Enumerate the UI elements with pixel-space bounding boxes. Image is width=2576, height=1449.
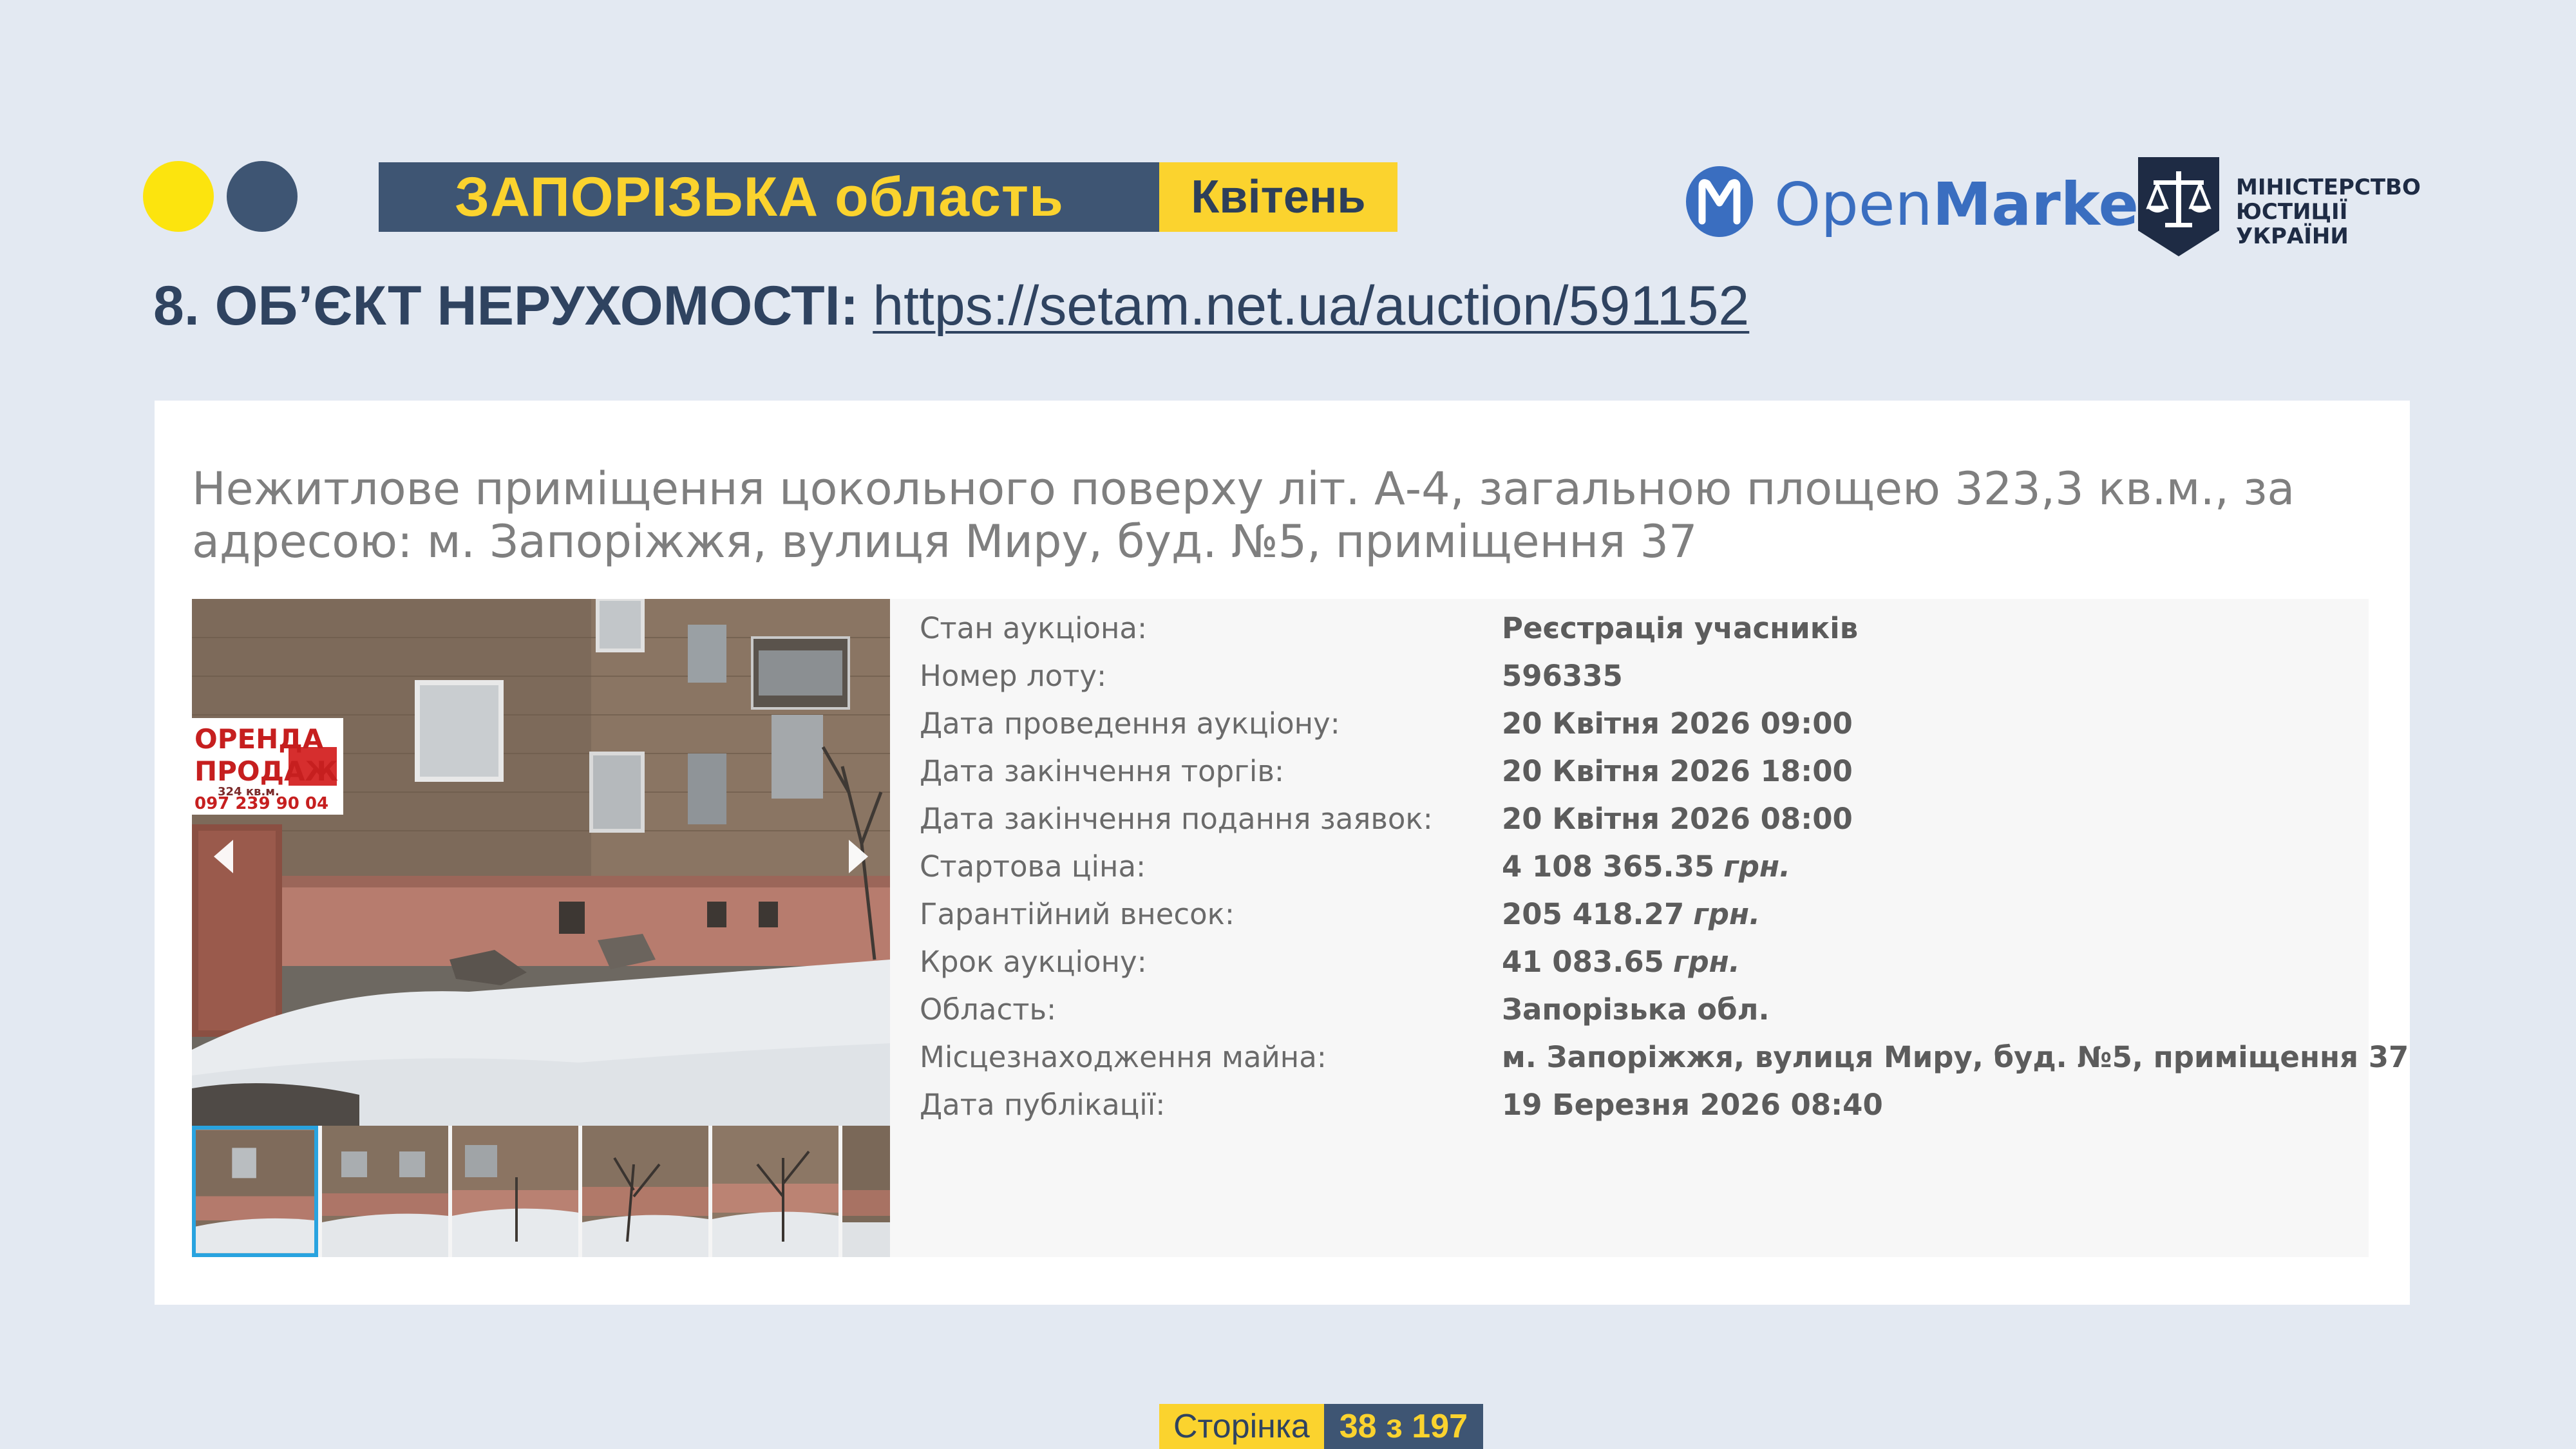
detail-value-text: 205 418.27 <box>1502 896 1685 931</box>
detail-row: Область: Запорізька обл. <box>890 985 2369 1033</box>
main-photo: ОРЕНДА ПРОДАЖ 324 кв.м. 097 239 90 04 <box>192 599 890 1126</box>
detail-row: Номер лоту: 596335 <box>890 652 2369 699</box>
detail-label: Місцезнаходження майна: <box>920 1039 1327 1074</box>
page-indicator-number: 38 з 197 <box>1323 1404 1484 1449</box>
detail-row: Дата закінчення подання заявок: 20 Квітня… <box>890 795 2369 842</box>
sign-line-2: ПРОДАЖ <box>194 755 338 787</box>
yellow-dot <box>143 161 214 232</box>
detail-row: Місцезнаходження майна: м. Запоріжжя, вул… <box>890 1033 2409 1081</box>
openmarket-logo-open: Open <box>1774 169 1933 239</box>
detail-value-text: м. Запоріжжя, вулиця Миру, буд. №5, прим… <box>1502 1039 2409 1074</box>
detail-value: 20 Квітня 2026 09:00 <box>1502 699 1853 747</box>
thumbnail[interactable] <box>582 1126 708 1257</box>
detail-row: Гарантійний внесок: 205 418.27 грн. <box>890 890 2369 938</box>
detail-label: Дата закінчення подання заявок: <box>920 801 1433 836</box>
openmarket-m-icon <box>1686 166 1753 237</box>
detail-value: 205 418.27 грн. <box>1502 890 1760 938</box>
detail-currency: грн. <box>1723 849 1791 884</box>
detail-label: Гарантійний внесок: <box>920 896 1235 931</box>
photo-gallery[interactable]: ОРЕНДА ПРОДАЖ 324 кв.м. 097 239 90 04 <box>192 599 890 1126</box>
detail-value-text: 4 108 365.35 <box>1502 849 1715 884</box>
openmarket-logo-market: Market <box>1932 169 2167 239</box>
detail-value-text: 596335 <box>1502 658 1623 693</box>
detail-value: 596335 <box>1502 652 1623 699</box>
detail-label: Область: <box>920 992 1057 1027</box>
thumbnail[interactable] <box>712 1126 838 1257</box>
object-heading-prefix: 8. ОБ’ЄКТ НЕРУХОМОСТІ: <box>153 274 859 337</box>
detail-label: Номер лоту: <box>920 658 1107 693</box>
detail-value-text: 19 Березня 2026 08:40 <box>1502 1087 1883 1122</box>
month-badge: Квітень <box>1159 162 1397 232</box>
detail-value: 41 083.65 грн. <box>1502 938 1740 985</box>
prev-photo-arrow-icon[interactable] <box>205 831 243 882</box>
detail-row: Дата проведення аукціону: 20 Квітня 2026 … <box>890 699 2369 747</box>
lot-title: Нежитлове приміщення цокольного поверху … <box>192 462 2295 568</box>
auction-card: Нежитлове приміщення цокольного поверху … <box>155 401 2410 1305</box>
detail-value-text: 20 Квітня 2026 08:00 <box>1502 801 1853 836</box>
openmarket-logo: Open Market <box>1774 169 2167 240</box>
auction-link[interactable]: https://setam.net.ua/auction/591152 <box>873 274 1749 338</box>
ministry-logo-text: МІНІСТЕРСТВО ЮСТИЦІЇ УКРАЇНИ <box>2236 175 2455 249</box>
detail-currency: грн. <box>1672 944 1740 979</box>
auction-details: Стан аукціона: Реєстрація учасників Номер … <box>890 599 2409 1257</box>
detail-value-text: 20 Квітня 2026 18:00 <box>1502 753 1853 788</box>
navy-dot <box>227 161 298 232</box>
thumbnail[interactable] <box>192 1126 318 1257</box>
detail-row: Стартова ціна: 4 108 365.35 грн. <box>890 842 2369 890</box>
detail-value: 20 Квітня 2026 08:00 <box>1502 795 1853 842</box>
thumbnail[interactable] <box>322 1126 448 1257</box>
detail-value-text: Запорізька обл. <box>1502 992 1770 1027</box>
detail-row: Крок аукціону: 41 083.65 грн. <box>890 938 2369 985</box>
page-indicator-label: Сторінка <box>1159 1404 1324 1449</box>
detail-row: Дата публікації: 19 Березня 2026 08:40 <box>890 1081 2369 1128</box>
detail-value: 20 Квітня 2026 18:00 <box>1502 747 1853 795</box>
detail-value-text: Реєстрація учасників <box>1502 611 1859 645</box>
object-heading: 8. ОБ’ЄКТ НЕРУХОМОСТІ: https://setam.net… <box>153 270 1749 341</box>
detail-label: Стартова ціна: <box>920 849 1146 884</box>
detail-value: м. Запоріжжя, вулиця Миру, буд. №5, прим… <box>1502 1033 2409 1081</box>
detail-row: Стан аукціона: Реєстрація учасників <box>890 604 2369 652</box>
thumbnail[interactable] <box>452 1126 578 1257</box>
detail-label: Дата публікації: <box>920 1087 1166 1122</box>
sign-phone: 097 239 90 04 <box>194 794 328 813</box>
detail-label: Дата проведення аукціону: <box>920 706 1340 741</box>
page-indicator: Сторінка 38 з 197 <box>1159 1404 1484 1449</box>
detail-value: 4 108 365.35 грн. <box>1502 842 1790 890</box>
ministry-line-1: МІНІСТЕРСТВО <box>2236 175 2421 200</box>
thumbnail-strip <box>192 1126 890 1257</box>
detail-value: 19 Березня 2026 08:40 <box>1502 1081 1883 1128</box>
detail-label: Дата закінчення торгів: <box>920 753 1285 788</box>
detail-currency: грн. <box>1693 896 1761 931</box>
detail-row: Дата закінчення торгів: 20 Квітня 2026 18… <box>890 747 2369 795</box>
thumbnail[interactable] <box>842 1126 890 1257</box>
detail-value-text: 41 083.65 <box>1502 944 1664 979</box>
detail-value: Запорізька обл. <box>1502 985 1770 1033</box>
region-banner: ЗАПОРІЗЬКА область <box>379 162 1159 232</box>
next-photo-arrow-icon[interactable] <box>838 831 877 882</box>
scales-shield-icon <box>2138 157 2219 256</box>
detail-label: Стан аукціона: <box>920 611 1148 645</box>
sign-line-1: ОРЕНДА <box>194 723 324 755</box>
detail-label: Крок аукціону: <box>920 944 1147 979</box>
ministry-line-2: ЮСТИЦІЇ УКРАЇНИ <box>2236 199 2349 249</box>
detail-value: Реєстрація учасників <box>1502 604 1858 652</box>
detail-value-text: 20 Квітня 2026 09:00 <box>1502 706 1853 741</box>
